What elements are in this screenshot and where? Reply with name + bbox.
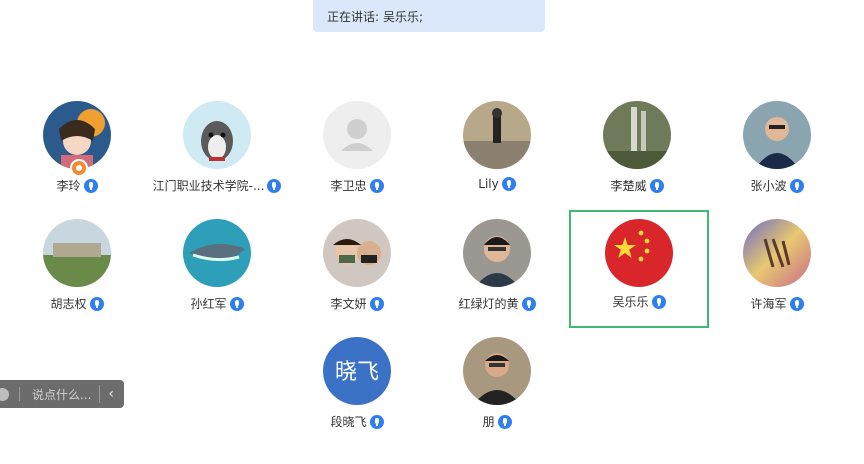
mic-icon	[369, 296, 384, 311]
participant-name: 李卫忠	[330, 179, 367, 193]
participant-tile[interactable]: 张小波	[707, 101, 847, 219]
participant-name: 许海军	[750, 297, 787, 311]
participant-tile[interactable]: 李文妍	[287, 219, 427, 337]
participant-name: 江门职业技术学院-...	[152, 179, 265, 193]
speaking-names: 吴乐乐;	[383, 9, 424, 24]
divider	[19, 387, 20, 401]
participant-avatar	[43, 219, 111, 287]
participant-avatar	[743, 219, 811, 287]
participant-name: 朋	[482, 415, 495, 429]
mic-icon	[369, 414, 384, 429]
mic-icon	[89, 296, 104, 311]
mic-icon	[789, 178, 804, 193]
participant-tile[interactable]: 李楚威	[567, 101, 707, 219]
chat-input[interactable]: 说点什么...	[32, 386, 99, 403]
mic-icon	[83, 178, 98, 193]
participant-tile[interactable]: 李玲	[7, 101, 147, 219]
participant-tile[interactable]: 红绿灯的黄	[427, 219, 567, 337]
participant-avatar	[743, 101, 811, 169]
mic-icon	[229, 296, 244, 311]
mic-icon	[789, 296, 804, 311]
speaking-label: 正在讲话:	[327, 9, 380, 24]
participant-avatar	[323, 101, 391, 169]
participant-name: 孙红军	[190, 297, 227, 311]
participant-avatar: 晓飞	[323, 337, 391, 405]
participant-tile[interactable]: 胡志权	[7, 219, 147, 337]
participant-avatar	[463, 337, 531, 405]
chevron-left-icon[interactable]: ‹	[108, 386, 114, 402]
avatar-initials: 晓飞	[335, 360, 379, 385]
participant-avatar	[183, 101, 251, 169]
participant-tile[interactable]: 孙红军	[147, 219, 287, 337]
participant-name: 红绿灯的黄	[458, 297, 519, 311]
mic-icon	[369, 178, 384, 193]
participant-avatar	[183, 219, 251, 287]
participant-avatar	[605, 219, 673, 287]
participant-name: 段晓飞	[330, 415, 367, 429]
speaking-indicator: 正在讲话: 吴乐乐;	[313, 0, 545, 32]
participant-avatar	[323, 219, 391, 287]
mic-icon	[521, 296, 536, 311]
participant-tile[interactable]: 朋	[427, 337, 567, 455]
participant-name: 李楚威	[610, 179, 647, 193]
divider	[99, 385, 101, 403]
participant-name: 李文妍	[330, 297, 367, 311]
participant-name: Lily	[478, 177, 499, 191]
participant-avatar	[603, 101, 671, 169]
participant-avatar	[463, 101, 531, 169]
participant-tile[interactable]: 李卫忠	[287, 101, 427, 219]
participant-tile[interactable]: 晓飞 段晓飞	[287, 337, 427, 455]
mic-icon	[649, 178, 664, 193]
participant-name: 张小波	[750, 179, 787, 193]
participant-avatar	[463, 219, 531, 287]
mic-icon	[497, 414, 512, 429]
mic-icon	[501, 177, 516, 191]
chat-input-bar[interactable]: 说点什么... ‹	[0, 380, 124, 408]
participant-tile[interactable]: Lily	[427, 101, 567, 219]
emoji-icon[interactable]	[0, 387, 9, 401]
participant-name: 吴乐乐	[612, 295, 649, 309]
mic-icon	[651, 294, 666, 309]
host-badge-icon	[70, 159, 88, 177]
participant-tile[interactable]: 江门职业技术学院-...	[147, 101, 287, 219]
participant-tile-active[interactable]: 吴乐乐	[569, 210, 709, 328]
participant-name: 李玲	[56, 179, 81, 193]
participant-tile[interactable]: 许海军	[707, 219, 847, 337]
mic-icon	[267, 178, 282, 193]
participant-name: 胡志权	[50, 297, 87, 311]
